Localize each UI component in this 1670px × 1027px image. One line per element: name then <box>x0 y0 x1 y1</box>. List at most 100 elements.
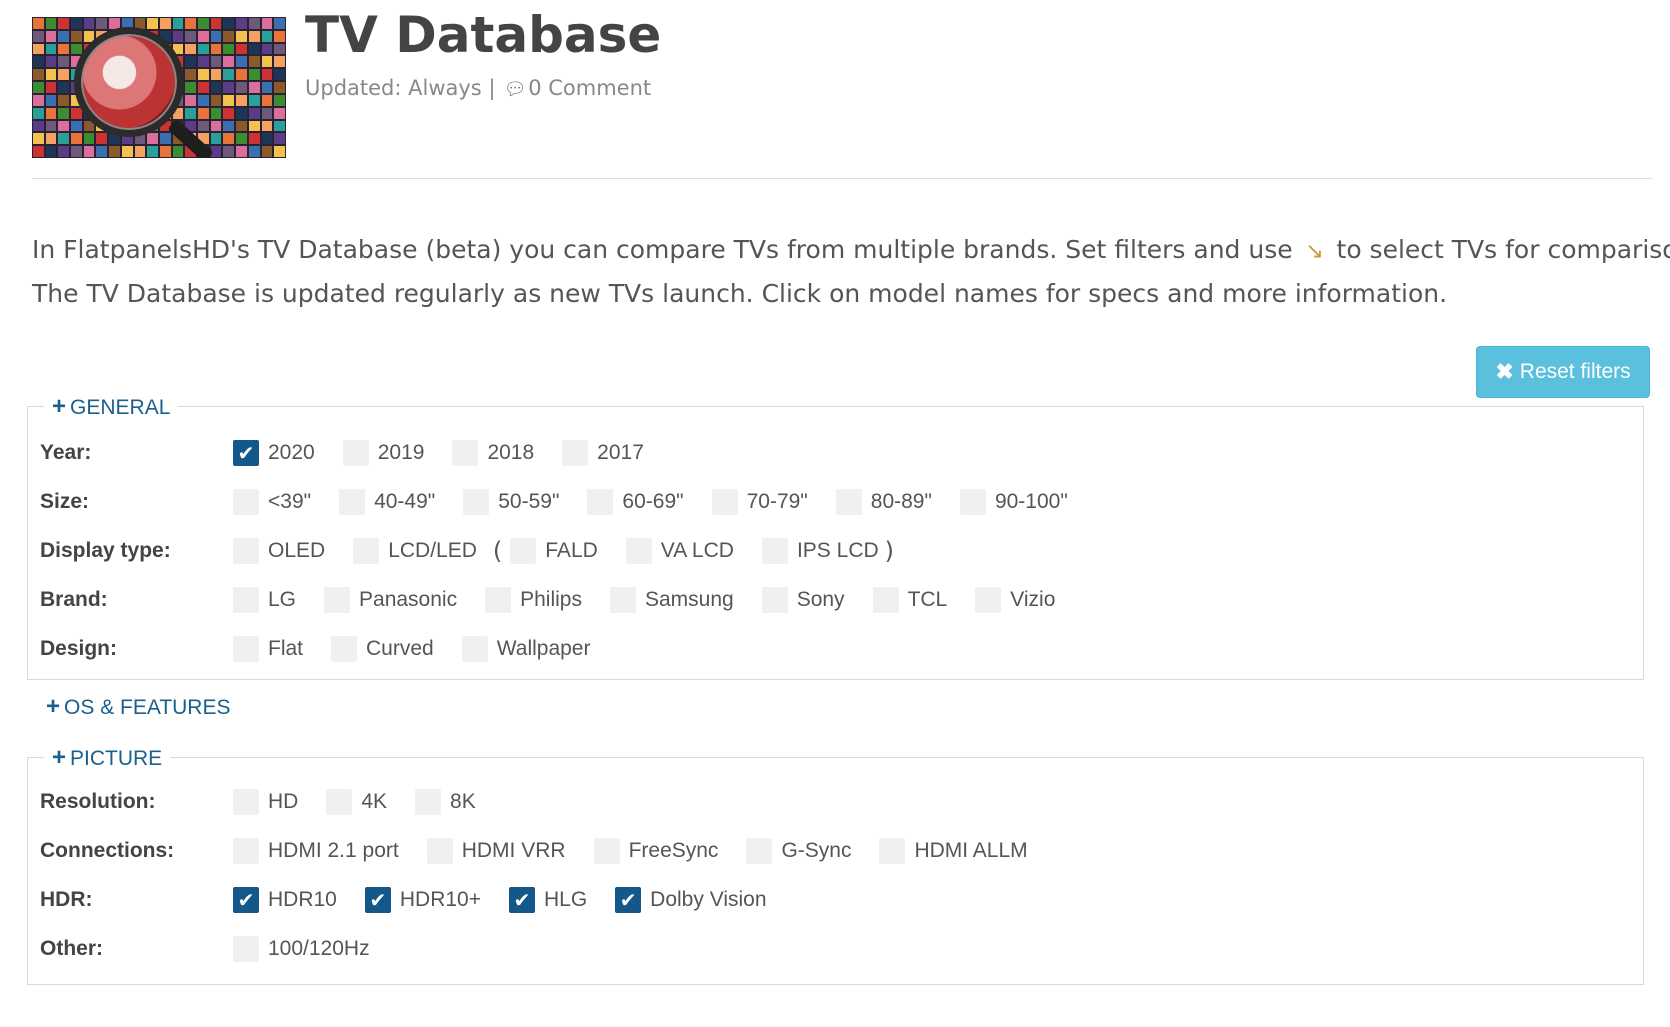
checkbox[interactable] <box>342 440 369 466</box>
filter-option-70-79[interactable]: 70-79" <box>711 489 808 515</box>
picture-section-toggle[interactable]: + PICTURE <box>44 744 171 772</box>
thumbnail-tile <box>58 94 70 106</box>
checkbox[interactable] <box>233 587 259 613</box>
thumbnail-tile <box>45 82 57 93</box>
checkbox[interactable] <box>339 489 366 515</box>
checkbox[interactable] <box>415 789 442 815</box>
reset-filters-button[interactable]: ✖ Reset filters <box>1476 346 1650 398</box>
filter-option-8k[interactable]: 8K <box>415 789 476 815</box>
checkbox-checked[interactable]: ✔ <box>508 887 535 913</box>
year-options: ✔ 2020 2019 2018 2017 <box>233 440 672 466</box>
checkbox[interactable] <box>510 538 537 564</box>
thumbnail-tile <box>248 133 260 145</box>
filter-option-curved[interactable]: Curved <box>331 636 434 662</box>
filter-option-hdr10[interactable]: ✔ HDR10 <box>233 887 337 913</box>
filter-option-g-sync[interactable]: G-Sync <box>746 838 851 864</box>
filter-option-100-120hz[interactable]: 100/120Hz <box>233 936 370 962</box>
filter-option-lcd-led[interactable]: LCD/LED <box>353 538 477 564</box>
filter-option-60-69[interactable]: 60-69" <box>587 489 684 515</box>
filter-option-philips[interactable]: Philips <box>485 587 582 613</box>
filter-option-wallpaper[interactable]: Wallpaper <box>461 636 590 662</box>
checkbox[interactable] <box>625 538 652 564</box>
thumbnail-tile <box>236 18 247 29</box>
filter-option-40-49[interactable]: 40-49" <box>339 489 435 515</box>
filter-option-hdmi-2-1-port[interactable]: HDMI 2.1 port <box>233 838 399 864</box>
checkbox[interactable] <box>461 636 488 662</box>
thumbnail-tile <box>261 69 273 81</box>
filter-option-90-100[interactable]: 90-100" <box>959 489 1068 515</box>
filter-option-hdr10[interactable]: ✔ HDR10+ <box>364 887 481 913</box>
filter-option-flat[interactable]: Flat <box>233 636 303 662</box>
checkbox[interactable] <box>485 587 512 613</box>
checkbox-checked[interactable]: ✔ <box>233 887 259 913</box>
intro-text: In FlatpanelsHD's TV Database (beta) you… <box>32 229 1670 315</box>
filter-label-connections: Connections: <box>40 839 175 862</box>
filter-option-80-89[interactable]: 80-89" <box>835 489 932 515</box>
thumbnail-tile <box>236 69 247 81</box>
filter-option-va-lcd[interactable]: VA LCD <box>625 538 734 564</box>
checkbox[interactable] <box>331 636 358 662</box>
filter-option-4k[interactable]: 4K <box>326 789 387 815</box>
filter-option-vizio[interactable]: Vizio <box>975 587 1055 613</box>
checkbox-checked[interactable]: ✔ <box>233 440 259 466</box>
filter-option-hlg[interactable]: ✔ HLG <box>508 887 587 913</box>
filter-option-freesync[interactable]: FreeSync <box>593 838 718 864</box>
checkbox[interactable] <box>879 838 906 864</box>
checkbox[interactable] <box>463 489 490 515</box>
checkbox[interactable] <box>711 489 738 515</box>
checkbox[interactable] <box>761 538 788 564</box>
filter-option-panasonic[interactable]: Panasonic <box>324 587 457 613</box>
checkbox[interactable] <box>746 838 773 864</box>
thumbnail-tile <box>223 43 235 55</box>
checkbox[interactable] <box>233 838 259 864</box>
filter-option-2017[interactable]: 2017 <box>562 440 644 466</box>
checkbox[interactable] <box>872 587 899 613</box>
filter-option-2019[interactable]: 2019 <box>342 440 424 466</box>
checkbox[interactable] <box>593 838 620 864</box>
checkbox-checked[interactable]: ✔ <box>615 887 642 913</box>
checkbox[interactable] <box>761 587 788 613</box>
filter-option-sony[interactable]: Sony <box>761 587 845 613</box>
checkbox[interactable] <box>975 587 1002 613</box>
filter-option-fald[interactable]: FALD <box>510 538 598 564</box>
thumbnail-tile <box>198 82 209 93</box>
paren-close: ) <box>884 537 895 565</box>
filter-option-label: HDR10+ <box>399 888 481 911</box>
filter-option-lg[interactable]: LG <box>233 587 296 613</box>
checkbox[interactable] <box>587 489 614 515</box>
checkbox[interactable] <box>324 587 351 613</box>
checkbox-checked[interactable]: ✔ <box>364 887 391 913</box>
checkbox[interactable] <box>233 789 259 815</box>
checkbox[interactable] <box>959 489 986 515</box>
checkbox[interactable] <box>562 440 589 466</box>
checkbox[interactable] <box>233 489 259 515</box>
checkbox[interactable] <box>233 636 259 662</box>
filter-option-hd[interactable]: HD <box>233 789 298 815</box>
thumbnail-tile <box>58 107 70 119</box>
checkbox[interactable] <box>233 936 259 962</box>
thumbnail-tile <box>248 146 260 157</box>
checkbox[interactable] <box>452 440 479 466</box>
filter-option-hdmi-vrr[interactable]: HDMI VRR <box>426 838 566 864</box>
checkbox[interactable] <box>609 587 636 613</box>
os-features-section-toggle[interactable]: + OS & FEATURES <box>46 693 231 721</box>
filter-option-2018[interactable]: 2018 <box>452 440 534 466</box>
checkbox[interactable] <box>353 538 380 564</box>
filter-option-samsung[interactable]: Samsung <box>609 587 734 613</box>
filter-option-2020[interactable]: ✔ 2020 <box>233 440 315 466</box>
filter-option-tcl[interactable]: TCL <box>872 587 947 613</box>
comments-link[interactable]: 0 Comment <box>528 76 651 100</box>
checkbox[interactable] <box>233 538 259 564</box>
filter-option-50-59[interactable]: 50-59" <box>463 489 559 515</box>
checkbox[interactable] <box>426 838 453 864</box>
filter-option-oled[interactable]: OLED <box>233 538 325 564</box>
filter-option-hdmi-allm[interactable]: HDMI ALLM <box>879 838 1028 864</box>
filter-option-ips-lcd[interactable]: IPS LCD <box>761 538 879 564</box>
checkbox[interactable] <box>835 489 862 515</box>
checkbox[interactable] <box>326 789 353 815</box>
filter-option-39[interactable]: <39" <box>233 489 311 515</box>
filter-option-dolby-vision[interactable]: ✔ Dolby Vision <box>615 887 767 913</box>
thumbnail-tile <box>236 30 247 42</box>
general-filter-panel: + GENERAL Year: ✔ 2020 2019 2018 2017 Size: <… <box>27 393 1644 680</box>
general-section-toggle[interactable]: + GENERAL <box>44 393 179 421</box>
